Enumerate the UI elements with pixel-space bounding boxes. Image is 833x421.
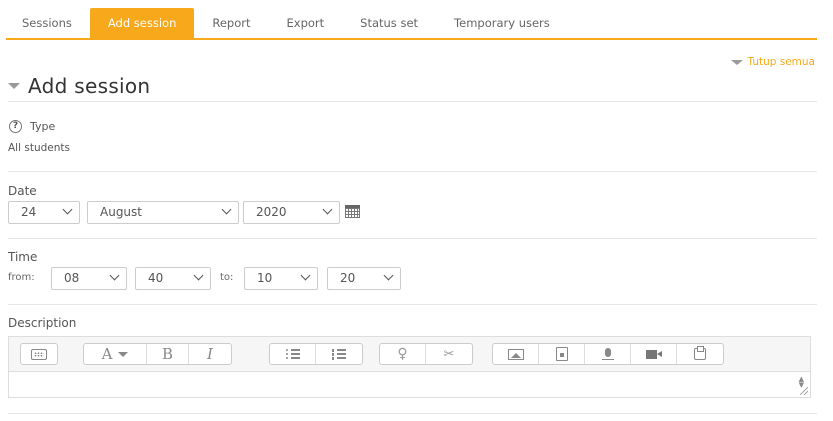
chevron-down-icon [221,204,232,215]
to-hour-value: 10 [257,271,273,285]
description-label: Description [8,316,77,330]
type-label: Type [30,120,56,133]
question-circle-icon[interactable]: ? [9,120,22,133]
section-toggle-icon [8,83,20,89]
ordered-list-button[interactable] [316,344,362,364]
dropdown-triangle-icon [118,351,129,357]
insert-image-button[interactable] [493,344,539,364]
font-style-icon: A [101,345,113,363]
divider [8,101,817,102]
image-icon [507,348,524,360]
collapse-all-link[interactable]: Tutup semua [730,56,816,68]
record-video-button[interactable] [631,344,677,364]
to-hour-select[interactable]: 10 [244,267,318,290]
section-header[interactable]: Add session [8,74,150,98]
media-icon [555,347,568,361]
toolbar-group-links: ♀ ✂ [379,343,473,365]
toolbar-group-lists [269,343,363,365]
collapse-triangle-icon [730,59,743,65]
clipboard-icon [694,346,706,360]
tab-report[interactable]: Report [194,8,268,38]
divider [8,171,817,172]
resize-grip-icon[interactable] [800,387,808,395]
link-button[interactable]: ♀ [380,344,426,364]
from-minute-value: 40 [148,271,164,285]
year-select[interactable]: 2020 [243,201,340,224]
from-minute-select[interactable]: 40 [135,267,211,290]
keyboard-icon [31,348,47,360]
divider [8,413,817,414]
from-label: from: [8,272,35,283]
tab-sessions[interactable]: Sessions [6,8,90,38]
italic-icon: I [207,345,213,363]
section-title: Add session [28,74,151,98]
paragraph-styles-button[interactable]: A [84,344,147,364]
tab-status-set[interactable]: Status set [342,8,436,38]
day-value: 24 [21,205,37,219]
unordered-list-button[interactable] [270,344,316,364]
insert-media-button[interactable] [539,344,585,364]
microphone-icon [601,347,614,360]
chevron-down-icon [109,270,120,281]
italic-button[interactable]: I [189,344,231,364]
from-hour-select[interactable]: 08 [51,267,127,290]
link-icon: ♀ [397,346,408,362]
month-select[interactable]: August [87,201,239,224]
day-select[interactable]: 24 [8,201,80,224]
video-camera-icon [646,349,662,359]
date-label: Date [8,184,37,198]
record-audio-button[interactable] [585,344,631,364]
tab-add-session[interactable]: Add session [89,8,195,38]
tab-temporary-users[interactable]: Temporary users [436,8,568,38]
description-editor[interactable]: ▲ ▼ [8,371,811,398]
unlink-icon: ✂ [443,346,455,362]
divider [8,238,817,239]
toolbar-group-toggle [20,343,58,365]
bold-icon: B [161,345,174,363]
divider [8,304,817,305]
chevron-down-icon [383,270,394,281]
bullet-list-icon [285,349,300,359]
editor-toolbar: A B I ♀ ✂ [8,336,811,372]
bold-button[interactable]: B [147,344,189,364]
month-value: August [100,205,142,219]
toolbar-group-style: A B I [83,343,232,365]
chevron-down-icon [193,270,204,281]
to-label: to: [220,272,234,283]
unlink-button[interactable]: ✂ [426,344,472,364]
show-more-buttons[interactable] [21,344,57,364]
to-minute-select[interactable]: 20 [327,267,401,290]
chevron-down-icon [300,270,311,281]
toolbar-group-media [492,343,724,365]
manage-files-button[interactable] [677,344,723,364]
numbered-list-icon [332,349,346,360]
chevron-down-icon [62,204,73,215]
tab-export[interactable]: Export [269,8,343,38]
tab-bar: Sessions Add session Report Export Statu… [6,8,817,40]
year-value: 2020 [256,205,287,219]
to-minute-value: 20 [340,271,356,285]
time-label: Time [8,250,38,264]
from-hour-value: 08 [64,271,80,285]
chevron-down-icon [322,204,333,215]
collapse-all-label: Tutup semua [747,56,816,68]
calendar-icon[interactable] [345,205,360,218]
type-value: All students [8,142,70,154]
